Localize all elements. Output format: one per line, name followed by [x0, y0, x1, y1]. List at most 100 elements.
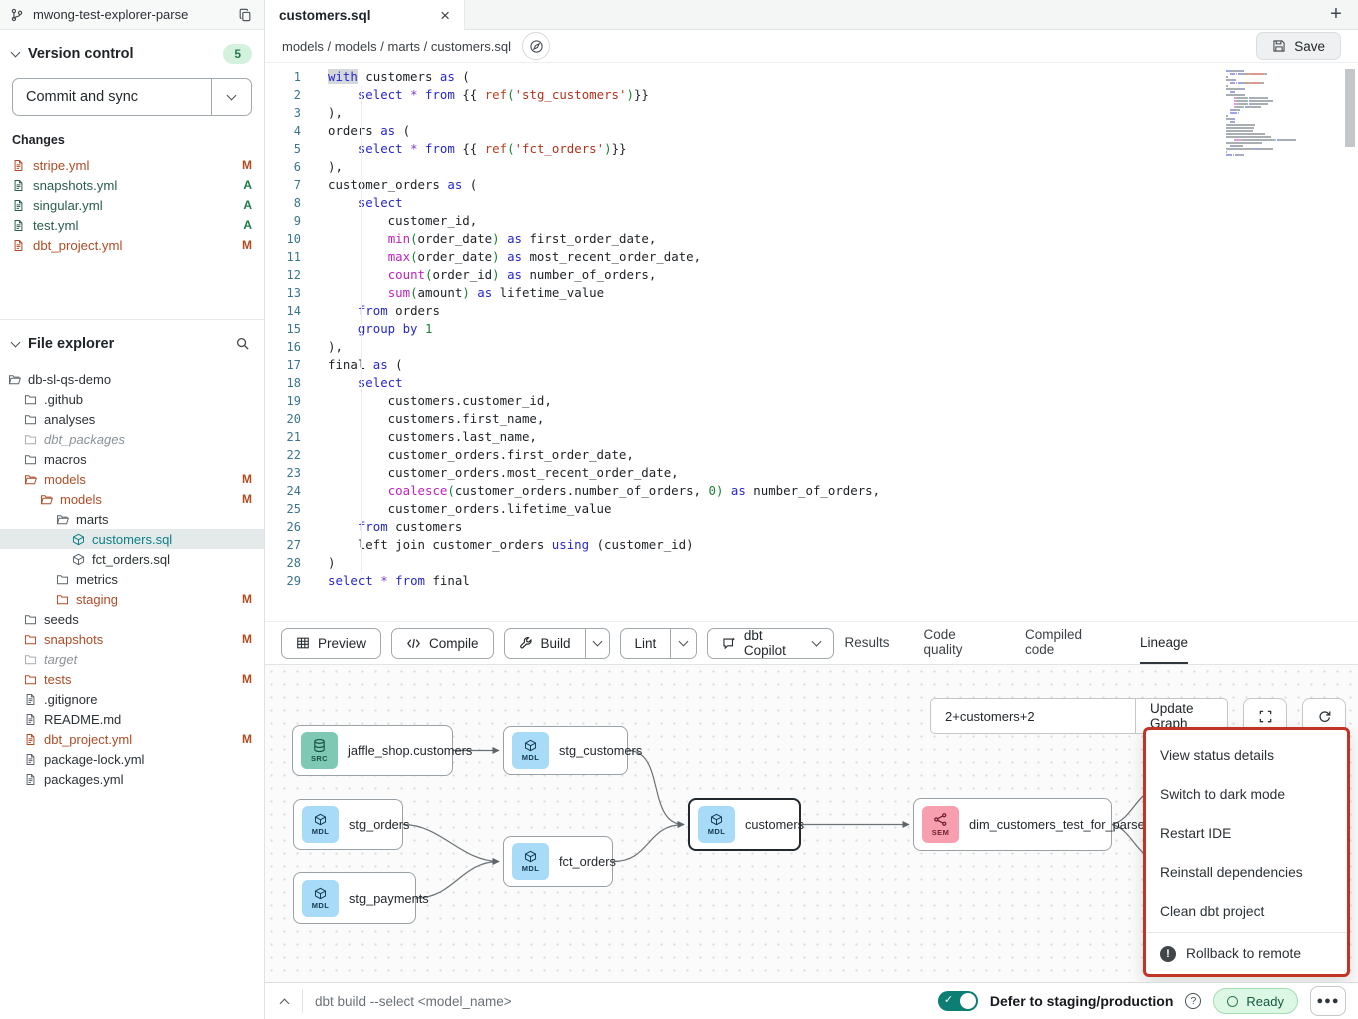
tree-item-marts[interactable]: marts	[0, 509, 264, 529]
code-line-24[interactable]: 24 coalesce(customer_orders.number_of_or…	[265, 482, 1358, 500]
lint-button[interactable]: Lint	[621, 629, 671, 658]
code-line-28[interactable]: 28)	[265, 554, 1358, 572]
tab-lineage[interactable]: Lineage	[1140, 622, 1188, 664]
tree-item-tests[interactable]: testsM	[0, 669, 264, 689]
help-icon[interactable]: ?	[1185, 993, 1201, 1009]
search-icon[interactable]	[233, 334, 252, 353]
lineage-node-fct-orders[interactable]: MDLfct_orders	[503, 836, 613, 887]
tree-item-package-lock-yml[interactable]: package-lock.yml	[0, 749, 264, 769]
tree-item-dbt-packages[interactable]: dbt_packages	[0, 429, 264, 449]
code-line-25[interactable]: 25 customer_orders.lifetime_value	[265, 500, 1358, 518]
save-button[interactable]: Save	[1256, 32, 1341, 60]
menu-item-rollback-to-remote[interactable]: !Rollback to remote	[1146, 934, 1347, 973]
menu-item-reinstall-dependencies[interactable]: Reinstall dependencies	[1146, 853, 1347, 892]
menu-item-clean-dbt-project[interactable]: Clean dbt project	[1146, 892, 1347, 931]
code-line-16[interactable]: 16),	[265, 338, 1358, 356]
code-line-23[interactable]: 23 customer_orders.most_recent_order_dat…	[265, 464, 1358, 482]
tree-item-seeds[interactable]: seeds	[0, 609, 264, 629]
lineage-node-stg-customers[interactable]: MDLstg_customers	[503, 726, 628, 775]
tree-item-packages-yml[interactable]: packages.yml	[0, 769, 264, 789]
code-line-13[interactable]: 13 sum(amount) as lifetime_value	[265, 284, 1358, 302]
code-line-3[interactable]: 3),	[265, 104, 1358, 122]
lineage-node-stg-payments[interactable]: MDLstg_payments	[293, 872, 416, 924]
menu-item-restart-ide[interactable]: Restart IDE	[1146, 814, 1347, 853]
tree-item-analyses[interactable]: analyses	[0, 409, 264, 429]
tree-item-fct-orders-sql[interactable]: fct_orders.sql	[0, 549, 264, 569]
build-dropdown-button[interactable]	[585, 629, 609, 658]
tab-results[interactable]: Results	[844, 622, 889, 664]
tree-item-staging[interactable]: stagingM	[0, 589, 264, 609]
code-line-7[interactable]: 7customer_orders as (	[265, 176, 1358, 194]
tree-item-gitignore[interactable]: .gitignore	[0, 689, 264, 709]
code-line-17[interactable]: 17final as (	[265, 356, 1358, 374]
chevron-down-icon[interactable]	[11, 48, 21, 58]
more-options-button[interactable]: ●●●	[1310, 986, 1346, 1016]
chevron-down-icon[interactable]	[11, 337, 21, 347]
change-item-dbt-project-yml[interactable]: dbt_project.ymlM	[12, 235, 252, 255]
change-item-snapshots-yml[interactable]: snapshots.ymlA	[12, 175, 252, 195]
code-editor[interactable]: 1with customers as (2 select * from {{ r…	[265, 63, 1358, 621]
lineage-node-customers[interactable]: MDLcustomers	[688, 798, 801, 851]
lineage-node-dim-customers-test-for-parse[interactable]: SEMdim_customers_test_for_parse	[913, 798, 1112, 851]
collapse-panel-button[interactable]	[279, 994, 290, 1009]
tree-item-dbt-project-yml[interactable]: dbt_project.ymlM	[0, 729, 264, 749]
build-button[interactable]: Build	[505, 629, 585, 658]
code-line-19[interactable]: 19 customers.customer_id,	[265, 392, 1358, 410]
code-line-14[interactable]: 14 from orders	[265, 302, 1358, 320]
minimap[interactable]	[1226, 70, 1334, 157]
tree-item-models[interactable]: modelsM	[0, 489, 264, 509]
tree-item-snapshots[interactable]: snapshotsM	[0, 629, 264, 649]
code-line-26[interactable]: 26 from customers	[265, 518, 1358, 536]
commit-and-sync-button[interactable]: Commit and sync	[12, 78, 252, 116]
code-line-29[interactable]: 29select * from final	[265, 572, 1358, 590]
new-tab-button[interactable]: +	[1314, 0, 1358, 29]
tab-customers-sql[interactable]: customers.sql ×	[265, 0, 465, 30]
code-line-12[interactable]: 12 count(order_id) as number_of_orders,	[265, 266, 1358, 284]
tree-item-target[interactable]: target	[0, 649, 264, 669]
code-line-6[interactable]: 6),	[265, 158, 1358, 176]
copy-icon[interactable]	[236, 6, 254, 24]
tree-item-github[interactable]: .github	[0, 389, 264, 409]
lineage-selector-input[interactable]	[931, 709, 1135, 724]
code-line-11[interactable]: 11 max(order_date) as most_recent_order_…	[265, 248, 1358, 266]
code-line-1[interactable]: 1with customers as (	[265, 68, 1358, 86]
code-line-5[interactable]: 5 select * from {{ ref('fct_orders')}}	[265, 140, 1358, 158]
change-item-singular-yml[interactable]: singular.ymlA	[12, 195, 252, 215]
preview-button[interactable]: Preview	[281, 628, 381, 659]
change-item-test-yml[interactable]: test.ymlA	[12, 215, 252, 235]
commit-dropdown-button[interactable]	[211, 79, 251, 115]
lineage-node-jaffle-shop-customers[interactable]: SRCjaffle_shop.customers	[292, 725, 453, 776]
lineage-node-stg-orders[interactable]: MDLstg_orders	[293, 799, 403, 850]
code-line-15[interactable]: 15 group by 1	[265, 320, 1358, 338]
code-line-8[interactable]: 8 select	[265, 194, 1358, 212]
menu-item-view-status-details[interactable]: View status details	[1146, 736, 1347, 775]
close-icon[interactable]: ×	[440, 7, 450, 24]
compile-button[interactable]: Compile	[391, 628, 494, 659]
tab-compiled-code[interactable]: Compiled code	[1025, 622, 1106, 664]
code-line-4[interactable]: 4orders as (	[265, 122, 1358, 140]
code-line-18[interactable]: 18 select	[265, 374, 1358, 392]
command-input[interactable]: dbt build --select <model_name>	[315, 994, 512, 1009]
tree-item-macros[interactable]: macros	[0, 449, 264, 469]
code-line-9[interactable]: 9 customer_id,	[265, 212, 1358, 230]
defer-toggle[interactable]: ✓	[938, 991, 978, 1011]
editor-scrollbar[interactable]	[1345, 69, 1355, 147]
commit-button-label[interactable]: Commit and sync	[13, 79, 211, 115]
code-line-22[interactable]: 22 customer_orders.first_order_date,	[265, 446, 1358, 464]
compass-icon[interactable]	[522, 32, 550, 60]
lint-dropdown-button[interactable]	[670, 629, 695, 658]
code-line-27[interactable]: 27 left join customer_orders using (cust…	[265, 536, 1358, 554]
menu-item-switch-to-dark-mode[interactable]: Switch to dark mode	[1146, 775, 1347, 814]
dbt-copilot-button[interactable]: dbt Copilot	[707, 628, 835, 659]
code-line-21[interactable]: 21 customers.last_name,	[265, 428, 1358, 446]
tree-item-models[interactable]: modelsM	[0, 469, 264, 489]
tree-item-customers-sql[interactable]: customers.sql	[0, 529, 264, 549]
tree-item-metrics[interactable]: metrics	[0, 569, 264, 589]
tab-code-quality[interactable]: Code quality	[923, 622, 990, 664]
tree-item-db-sl-qs-demo[interactable]: db-sl-qs-demo	[0, 369, 264, 389]
change-item-stripe-yml[interactable]: stripe.ymlM	[12, 155, 252, 175]
code-line-10[interactable]: 10 min(order_date) as first_order_date,	[265, 230, 1358, 248]
tree-item-readme-md[interactable]: README.md	[0, 709, 264, 729]
code-line-20[interactable]: 20 customers.first_name,	[265, 410, 1358, 428]
code-line-2[interactable]: 2 select * from {{ ref('stg_customers')}…	[265, 86, 1358, 104]
